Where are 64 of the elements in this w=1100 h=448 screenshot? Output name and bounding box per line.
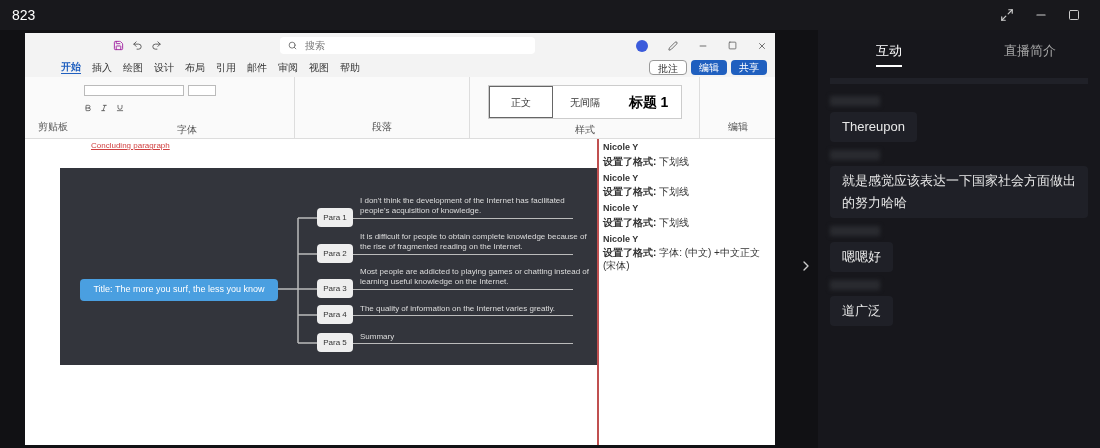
revision-text: 设置了格式: 下划线 xyxy=(603,154,691,168)
para-node: Para 1 xyxy=(317,208,353,227)
para-node: Para 4 xyxy=(317,305,353,324)
font-size-field[interactable] xyxy=(188,85,216,96)
branch-text: The quality of information on the Internet varies greatly. xyxy=(360,303,557,314)
para-node: Para 3 xyxy=(317,279,353,298)
para-node: Para 2 xyxy=(317,244,353,263)
toolbar-button[interactable]: 编辑 xyxy=(691,60,727,75)
style-option[interactable]: 无间隔 xyxy=(552,86,617,118)
maximize-icon[interactable] xyxy=(1068,9,1080,21)
ribbon-tab[interactable]: 插入 xyxy=(92,61,112,74)
panel-tab[interactable]: 直播简介 xyxy=(1003,41,1056,67)
revision-text: 设置了格式: 下划线 xyxy=(603,215,691,229)
chat-message: Thereupon xyxy=(830,112,917,142)
ribbon-tab[interactable]: 引用 xyxy=(216,61,236,74)
restore-icon[interactable] xyxy=(728,41,737,50)
fullscreen-icon[interactable] xyxy=(1000,8,1014,22)
ribbon-tab[interactable]: 邮件 xyxy=(247,61,267,74)
ribbon-tab[interactable]: 视图 xyxy=(309,61,329,74)
revision-text: 设置了格式: 下划线 xyxy=(603,185,691,198)
style-option[interactable]: 标题 1 xyxy=(616,86,681,118)
underline-icon[interactable] xyxy=(116,104,124,112)
group-label: 剪贴板 xyxy=(37,120,68,134)
bold-icon[interactable] xyxy=(84,104,92,112)
save-icon[interactable] xyxy=(113,40,124,51)
ribbon-tab[interactable]: 绘图 xyxy=(123,61,143,74)
branch-text: I don't think the development of the Internet has facilitated people's acquisition of knowledge. xyxy=(360,195,566,216)
chat-message: 就是感觉应该表达一下国家社会方面做出的努力哈哈 xyxy=(830,166,1088,218)
revision-author: Nicole Y xyxy=(603,141,640,154)
toolbar-button[interactable]: 批注 xyxy=(649,60,687,75)
group-label: 编辑 xyxy=(727,120,748,134)
search-icon xyxy=(288,41,297,50)
pen-icon[interactable] xyxy=(668,40,678,51)
undo-icon[interactable] xyxy=(132,40,143,51)
close-icon[interactable] xyxy=(757,40,767,51)
panel-tab[interactable]: 互动 xyxy=(875,41,902,67)
ribbon-tab[interactable]: 设计 xyxy=(154,61,174,74)
chat-message: 道广泛 xyxy=(830,296,893,326)
ribbon-tab[interactable]: 帮助 xyxy=(340,61,360,74)
revision-author: Nicole Y xyxy=(603,232,640,246)
group-label: 样式 xyxy=(574,124,595,137)
branch-text: It is difficult for people to obtain complete knowledge because of the rise of fragmented reading on the Internet. xyxy=(360,231,588,252)
para-node: Para 5 xyxy=(317,333,353,352)
font-field[interactable] xyxy=(84,85,184,96)
chat-message: 嗯嗯好 xyxy=(830,242,893,272)
document-link[interactable]: Concluding paragraph xyxy=(91,140,597,152)
ribbon-tab[interactable]: 审阅 xyxy=(278,61,298,74)
toolbar-button[interactable]: 共享 xyxy=(731,60,767,75)
revision-author: Nicole Y xyxy=(603,171,640,185)
group-label: 字体 xyxy=(177,124,197,137)
ribbon-tab[interactable]: 布局 xyxy=(185,61,205,74)
branch-text: Most people are addicted to playing games or chatting instead of learning useful knowledge on the Internet. xyxy=(360,266,591,287)
search-field[interactable]: 搜索 xyxy=(280,37,535,54)
ribbon-tab[interactable]: 开始 xyxy=(61,61,81,74)
avatar[interactable] xyxy=(636,39,648,52)
title-node: Title: The more you surf, the less you know xyxy=(80,279,278,301)
redo-icon[interactable] xyxy=(151,40,162,51)
revision-text: 设置了格式: 字体: (中文) +中文正文 (宋体) xyxy=(603,246,761,272)
window-title: 823 xyxy=(12,5,36,25)
branch-text: Summary xyxy=(360,331,396,342)
italic-icon[interactable] xyxy=(100,104,108,112)
revision-author: Nicole Y xyxy=(603,202,640,215)
group-label: 段落 xyxy=(372,120,392,134)
style-option[interactable]: 正文 xyxy=(488,86,553,118)
